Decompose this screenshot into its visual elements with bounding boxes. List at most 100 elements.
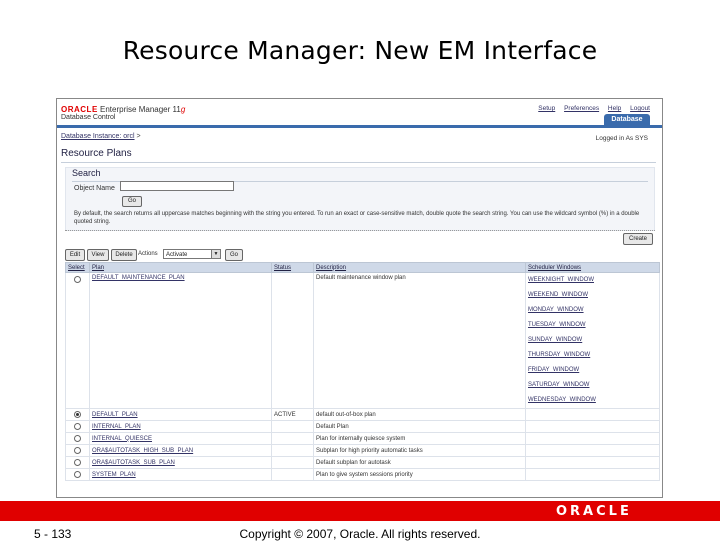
em-subtitle: Database Control	[61, 114, 116, 121]
actions-go-button[interactable]: Go	[225, 249, 243, 261]
actions-label: Actions	[138, 251, 158, 257]
description-cell: Subplan for high priority automatic task…	[313, 444, 526, 457]
plan-radio[interactable]	[74, 470, 81, 478]
help-link[interactable]: Help	[608, 105, 621, 112]
setup-link[interactable]: Setup	[538, 105, 555, 112]
breadcrumb: Database Instance: orcl >	[61, 133, 141, 140]
description-cell: Default subplan for autotask	[313, 456, 526, 469]
status-cell	[271, 444, 314, 457]
edit-button[interactable]: Edit	[65, 249, 85, 261]
windows-cell	[525, 456, 660, 469]
search-go-button[interactable]: Go	[122, 196, 142, 207]
plan-cell: DEFAULT_PLAN	[89, 408, 272, 421]
breadcrumb-instance-link[interactable]: Database Instance: orcl	[61, 133, 135, 140]
header-rule	[57, 125, 662, 128]
oracle-logo-text: ORACLE	[61, 105, 98, 114]
object-name-label: Object Name	[74, 185, 115, 192]
footer-oracle-logo: ORACLE	[556, 504, 632, 519]
window-link[interactable]: WEEKNIGHT_WINDOW	[528, 274, 657, 289]
plan-radio[interactable]	[74, 446, 81, 454]
col-header-description[interactable]: Description	[313, 262, 526, 273]
table-row: INTERNAL_PLAN Default Plan	[65, 420, 660, 433]
description-cell: Plan to give system sessions priority	[313, 468, 526, 481]
global-links: Setup Preferences Help Logout	[531, 105, 650, 112]
window-link[interactable]: WEEKEND_WINDOW	[528, 288, 657, 303]
plan-cell: DEFAULT_MAINTENANCE_PLAN	[89, 272, 272, 409]
search-heading: Search	[72, 168, 101, 178]
status-cell	[271, 456, 314, 469]
select-cell	[65, 468, 90, 481]
description-cell: Plan for internally quiesce system	[313, 432, 526, 445]
table-row: INTERNAL_QUIESCE Plan for internally qui…	[65, 432, 660, 445]
plan-cell: ORA$AUTOTASK_SUB_PLAN	[89, 456, 272, 469]
description-cell: Default Plan	[313, 420, 526, 433]
windows-cell	[525, 420, 660, 433]
em-header: ORACLE Enterprise Manager 11g Database C…	[57, 99, 662, 125]
windows-cell	[525, 468, 660, 481]
plan-link[interactable]: DEFAULT_PLAN	[92, 412, 138, 418]
section-divider	[65, 230, 655, 231]
logged-in-status: Logged in As SYS	[595, 135, 648, 142]
page-title: Resource Plans	[61, 148, 132, 159]
delete-button[interactable]: Delete	[111, 249, 137, 261]
title-divider	[61, 162, 656, 163]
em-version: g	[180, 105, 186, 114]
window-link[interactable]: MONDAY_WINDOW	[528, 303, 657, 318]
window-link[interactable]: SATURDAY_WINDOW	[528, 378, 657, 393]
plan-cell: INTERNAL_QUIESCE	[89, 432, 272, 445]
plan-link[interactable]: SYSTEM_PLAN	[92, 472, 136, 478]
select-cell	[65, 272, 90, 409]
table-row: DEFAULT_MAINTENANCE_PLAN Default mainten…	[65, 272, 660, 409]
actions-select[interactable]: Activate ▼	[163, 249, 221, 259]
database-tab[interactable]: Database	[604, 114, 650, 125]
description-cell: Default maintenance window plan	[313, 272, 526, 409]
object-name-input[interactable]	[120, 181, 234, 191]
slide-title: Resource Manager: New EM Interface	[122, 36, 598, 65]
plan-cell: ORA$AUTOTASK_HIGH_SUB_PLAN	[89, 444, 272, 457]
search-panel: Search Object Name Go By default, the se…	[65, 167, 655, 231]
window-link[interactable]: THURSDAY_WINDOW	[528, 348, 657, 363]
preferences-link[interactable]: Preferences	[564, 105, 599, 112]
resource-plans-table: Select Plan Status Description Scheduler…	[65, 262, 660, 481]
status-cell	[271, 432, 314, 445]
col-header-status[interactable]: Status	[271, 262, 314, 273]
window-link[interactable]: SUNDAY_WINDOW	[528, 333, 657, 348]
copyright-notice: Copyright © 2007, Oracle. All rights res…	[239, 527, 481, 541]
col-header-plan[interactable]: Plan	[89, 262, 272, 273]
em-logo: ORACLE Enterprise Manager 11g	[61, 105, 185, 114]
status-cell: ACTIVE	[271, 408, 314, 421]
plan-radio[interactable]	[74, 434, 81, 442]
windows-cell	[525, 444, 660, 457]
plan-radio[interactable]	[74, 422, 81, 430]
window-link[interactable]: FRIDAY_WINDOW	[528, 363, 657, 378]
select-cell	[65, 432, 90, 445]
windows-cell	[525, 432, 660, 445]
plan-link[interactable]: DEFAULT_MAINTENANCE_PLAN	[92, 275, 185, 281]
col-header-windows[interactable]: Scheduler Windows	[525, 262, 660, 273]
select-cell	[65, 456, 90, 469]
em-screenshot: ORACLE Enterprise Manager 11g Database C…	[56, 98, 663, 498]
actions-select-value: Activate	[166, 252, 188, 258]
plan-radio[interactable]	[74, 410, 81, 418]
plan-cell: INTERNAL_PLAN	[89, 420, 272, 433]
window-link[interactable]: WEDNESDAY_WINDOW	[528, 393, 657, 408]
create-button[interactable]: Create	[623, 233, 653, 245]
windows-cell	[525, 408, 660, 421]
table-row: ORA$AUTOTASK_SUB_PLAN Default subplan fo…	[65, 456, 660, 469]
plan-link[interactable]: ORA$AUTOTASK_SUB_PLAN	[92, 460, 175, 466]
logout-link[interactable]: Logout	[630, 105, 650, 112]
plan-link[interactable]: ORA$AUTOTASK_HIGH_SUB_PLAN	[92, 448, 193, 454]
view-button[interactable]: View	[87, 249, 109, 261]
select-cell	[65, 408, 90, 421]
breadcrumb-separator: >	[136, 133, 141, 140]
search-help-text: By default, the search returns all upper…	[74, 211, 640, 225]
plan-radio[interactable]	[74, 276, 81, 283]
window-link[interactable]: TUESDAY_WINDOW	[528, 318, 657, 333]
description-cell: default out-of-box plan	[313, 408, 526, 421]
col-header-select[interactable]: Select	[65, 262, 90, 273]
plan-link[interactable]: INTERNAL_PLAN	[92, 424, 141, 430]
plan-radio[interactable]	[74, 458, 81, 466]
windows-cell: WEEKNIGHT_WINDOW WEEKEND_WINDOW MONDAY_W…	[525, 272, 660, 409]
select-cell	[65, 420, 90, 433]
plan-link[interactable]: INTERNAL_QUIESCE	[92, 436, 152, 442]
